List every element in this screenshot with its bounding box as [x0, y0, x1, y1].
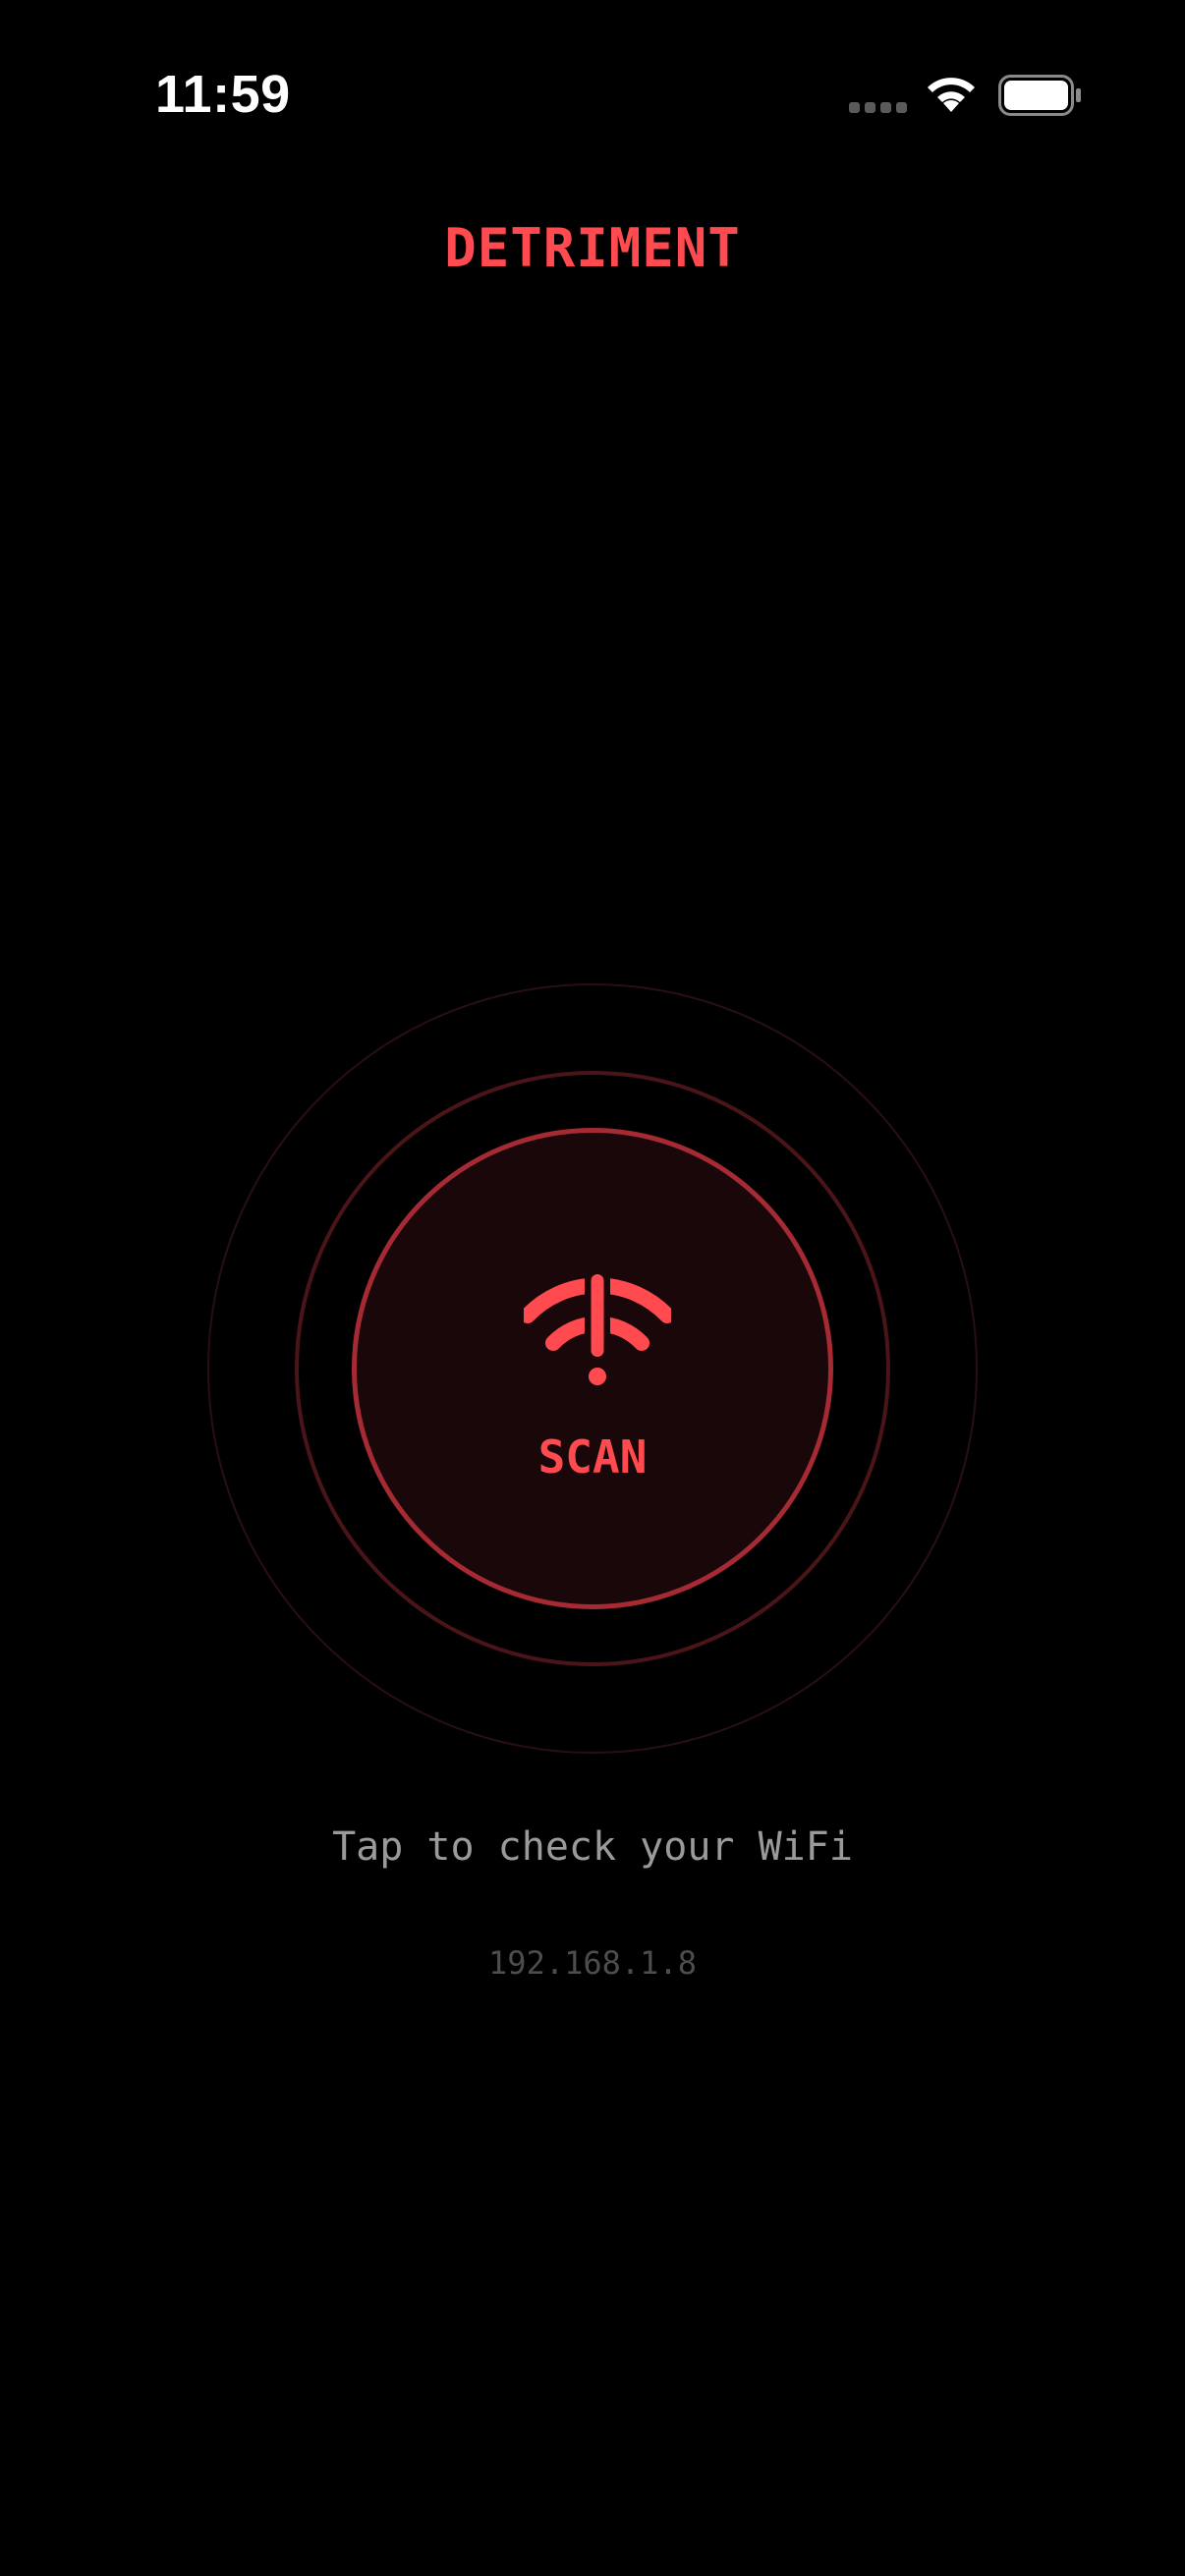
scan-label: SCAN: [537, 1430, 648, 1484]
ip-address: 192.168.1.8: [488, 1944, 697, 1982]
app-title: DETRIMENT: [444, 217, 741, 279]
wifi-alert-icon: [524, 1272, 671, 1385]
scan-hint: Tap to check your WiFi: [332, 1824, 853, 1870]
wifi-icon: [928, 78, 975, 112]
signal-dots-icon: [849, 102, 907, 113]
scan-button[interactable]: SCAN: [352, 1128, 833, 1609]
battery-icon: [998, 75, 1081, 116]
status-time: 11:59: [155, 65, 291, 124]
